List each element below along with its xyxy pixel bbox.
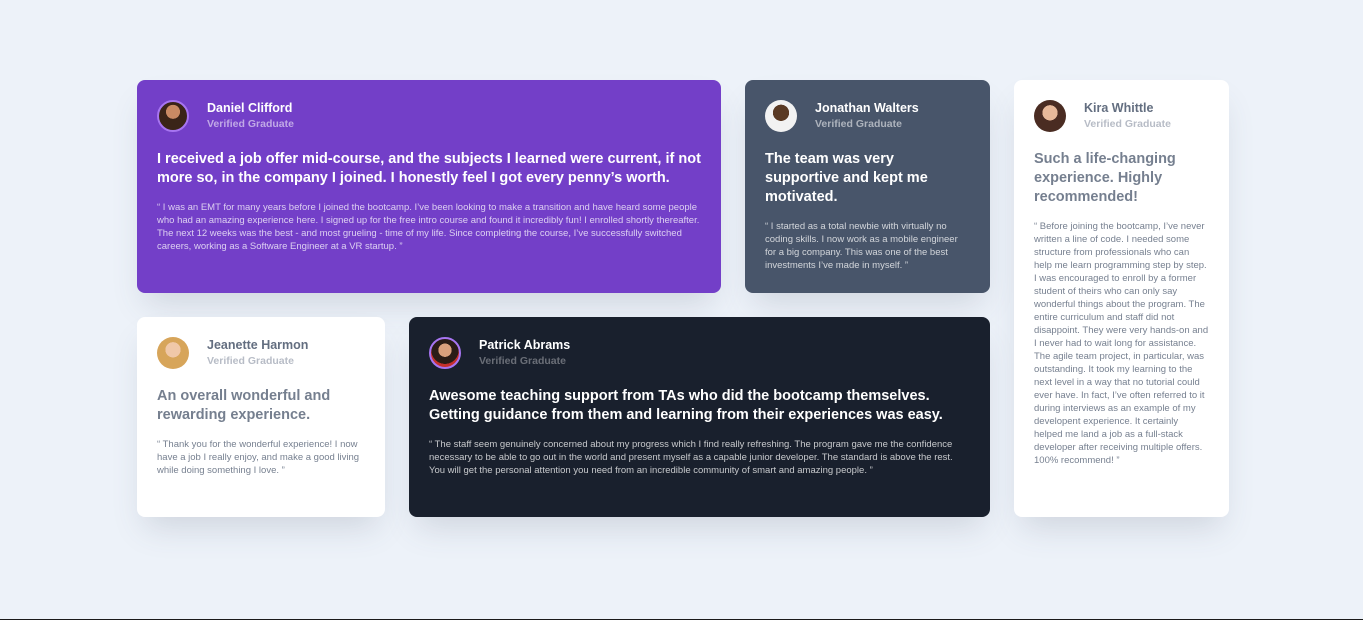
author-name: Kira Whittle [1084,101,1154,115]
testimonial-card-daniel: Daniel Clifford Verified Graduate I rece… [137,80,721,293]
testimonial-headline: Such a life-changing experience. Highly … [1034,151,1176,205]
avatar [157,337,189,369]
author-role: Verified Graduate [1084,118,1171,130]
testimonial-quote: “ I started as a total newbie with virtu… [765,221,958,271]
testimonial-card-kira: Kira Whittle Verified Graduate Such a li… [1014,80,1229,517]
author-name: Patrick Abrams [479,338,571,352]
testimonial-headline: The team was very supportive and kept me… [765,151,928,205]
avatar [429,337,461,369]
author-role: Verified Graduate [479,355,566,367]
testimonial-header: Kira Whittle Verified Graduate [1034,100,1209,132]
author-role: Verified Graduate [815,118,902,130]
avatar [765,100,797,132]
testimonial-card-jonathan: Jonathan Walters Verified Graduate The t… [745,80,990,293]
testimonial-header: Jonathan Walters Verified Graduate [765,100,970,132]
avatar [1034,100,1066,132]
testimonial-quote: “ Thank you for the wonderful experience… [157,439,360,476]
author-role: Verified Graduate [207,118,294,130]
testimonial-headline: An overall wonderful and rewarding exper… [157,388,331,423]
testimonial-header: Daniel Clifford Verified Graduate [157,100,701,132]
author-name: Jonathan Walters [815,101,919,115]
testimonial-quote: “ I was an EMT for many years before I j… [157,202,700,252]
avatar [157,100,189,132]
testimonial-headline: Awesome teaching support from TAs who di… [429,388,943,423]
testimonial-quote: “ The staff seem genuinely concerned abo… [429,439,953,476]
testimonial-headline: I received a job offer mid-course, and t… [157,151,701,186]
testimonial-quote: “ Before joining the bootcamp, I’ve neve… [1034,221,1209,466]
testimonial-header: Patrick Abrams Verified Graduate [429,337,970,369]
author-name: Jeanette Harmon [207,338,309,352]
author-role: Verified Graduate [207,355,294,367]
author-name: Daniel Clifford [207,101,293,115]
testimonial-card-jeanette: Jeanette Harmon Verified Graduate An ove… [137,317,385,517]
testimonial-header: Jeanette Harmon Verified Graduate [157,337,365,369]
testimonial-card-patrick: Patrick Abrams Verified Graduate Awesome… [409,317,990,517]
